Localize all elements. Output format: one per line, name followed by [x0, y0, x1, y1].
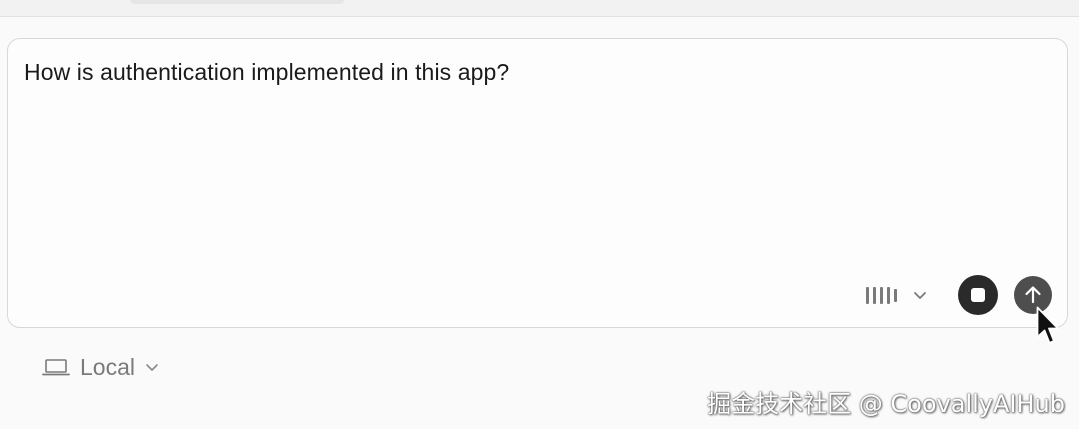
top-tab[interactable]: [130, 0, 344, 4]
mouse-cursor-icon: [1036, 306, 1059, 344]
stop-icon: [971, 288, 985, 302]
prompt-composer[interactable]: How is authentication implemented in thi…: [7, 38, 1068, 328]
waveform-icon: [866, 285, 897, 305]
stop-button[interactable]: [958, 275, 998, 315]
prompt-input[interactable]: How is authentication implemented in thi…: [24, 59, 509, 86]
chevron-down-icon: [146, 364, 158, 371]
environment-label: Local: [80, 353, 135, 380]
chevron-down-icon: [914, 292, 926, 299]
voice-mode-selector[interactable]: [866, 283, 940, 307]
top-bar: [0, 0, 1079, 17]
laptop-icon: [42, 359, 70, 376]
arrow-up-icon: [1025, 286, 1041, 304]
environment-selector[interactable]: Local: [42, 352, 159, 382]
watermark: 掘金技术社区 @ CoovallyAIHub: [707, 390, 1065, 418]
